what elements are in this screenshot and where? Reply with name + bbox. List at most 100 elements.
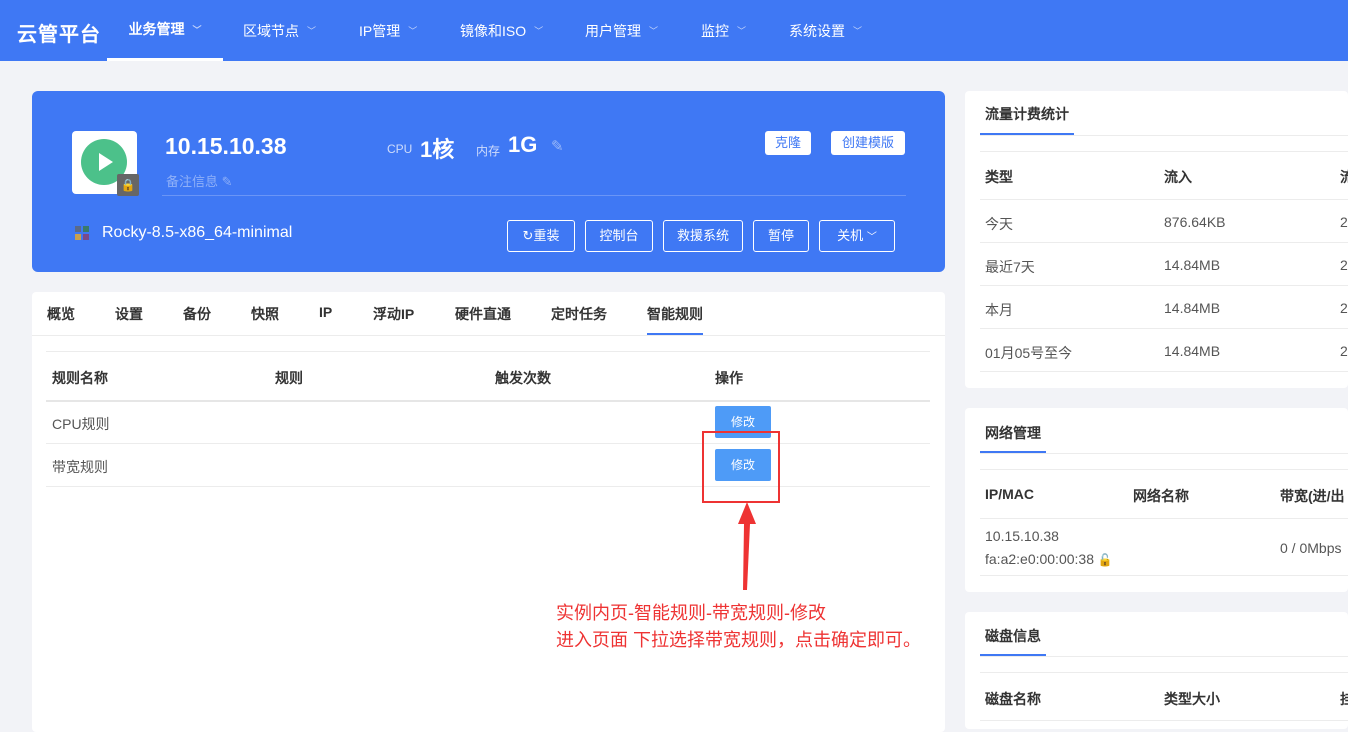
chevron-down-icon: ﹀ [649, 26, 659, 36]
nav-user-management[interactable]: 用户管理 ﹀ [585, 0, 658, 61]
nav-label: 业务管理 [128, 21, 185, 37]
row-divider [980, 199, 1348, 200]
column-header-outbound: 流 [1340, 169, 1348, 185]
traffic-out-cell: 2 [1340, 257, 1348, 273]
pause-button[interactable]: 暂停 [753, 220, 809, 252]
power-off-dropdown[interactable]: 关机 ﹀ [819, 220, 895, 252]
chevron-down-icon: ﹀ [307, 26, 317, 36]
column-header-inbound: 流入 [1164, 169, 1192, 185]
network-ip: 10.15.10.38 [985, 528, 1059, 544]
nav-label: 系统设置 [789, 22, 845, 39]
column-header-disk-name: 磁盘名称 [985, 691, 1041, 707]
traffic-type-cell: 01月05号至今 [985, 345, 1073, 361]
card-title: 流量计费统计 [985, 106, 1069, 122]
nav-business[interactable]: 业务管理 ﹀ [107, 0, 223, 61]
annotation-line-1: 实例内页-智能规则-带宽规则-修改 [556, 603, 826, 623]
instance-status-tile[interactable]: 🔒 [72, 131, 139, 196]
traffic-in-cell: 876.64KB [1164, 214, 1226, 230]
card-divider [980, 656, 1348, 657]
tab-floating-ip[interactable]: 浮动IP [373, 304, 414, 324]
tab-hardware-passthrough[interactable]: 硬件直通 [455, 304, 511, 324]
tab-smart-rules[interactable]: 智能规则 [647, 304, 703, 324]
table-header-border [46, 400, 930, 402]
chevron-down-icon: ﹀ [534, 26, 544, 36]
nav-system-settings[interactable]: 系统设置 ﹀ [789, 0, 862, 61]
column-header-rule: 规则 [275, 370, 303, 386]
card-title: 网络管理 [985, 425, 1041, 441]
rescue-system-button[interactable]: 救援系统 [663, 220, 743, 252]
cpu-value: 1核 [420, 137, 455, 162]
row-divider [980, 720, 1348, 721]
network-bandwidth: 0 / 0Mbps [1280, 540, 1342, 556]
row-divider [980, 285, 1348, 286]
chevron-down-icon: ﹀ [737, 26, 747, 36]
row-divider [980, 518, 1348, 519]
reinstall-button[interactable]: ↻重装 [507, 220, 575, 252]
brand-logo[interactable]: 云管平台 [17, 18, 101, 47]
network-mac: fa:a2:e0:00:00:38 🔓 [985, 551, 1113, 567]
memory-label: 内存 [476, 144, 501, 158]
chevron-down-icon: ﹀ [853, 26, 863, 36]
lock-icon[interactable]: 🔓 [1098, 553, 1113, 567]
nav-images-iso[interactable]: 镜像和ISO ﹀ [460, 0, 543, 61]
column-header-mount: 挂 [1340, 691, 1348, 707]
disk-info-card: 磁盘信息 磁盘名称 类型大小 挂 [965, 612, 1348, 729]
nav-label: 区域节点 [243, 22, 299, 39]
rule-name-cell: CPU规则 [52, 416, 110, 432]
column-header-rule-name: 规则名称 [52, 370, 108, 386]
annotation-line-2: 进入页面 下拉选择带宽规则，点击确定即可。 [556, 630, 921, 650]
rocky-os-icon [75, 226, 89, 240]
tab-snapshot[interactable]: 快照 [251, 304, 279, 324]
instance-ip: 10.15.10.38 [165, 133, 287, 159]
row-divider [46, 486, 930, 487]
traffic-type-cell: 今天 [985, 216, 1013, 232]
create-template-button[interactable]: 创建模版 [831, 131, 905, 155]
traffic-type-cell: 本月 [985, 302, 1013, 318]
traffic-in-cell: 14.84MB [1164, 257, 1221, 273]
chevron-down-icon: ﹀ [408, 26, 418, 36]
clone-button[interactable]: 克隆 [765, 131, 811, 155]
memory-value: 1G [508, 132, 538, 157]
column-header-trigger-count: 触发次数 [495, 370, 551, 386]
tab-settings[interactable]: 设置 [115, 304, 143, 324]
column-header-ip-mac: IP/MAC [985, 486, 1034, 502]
table-top-border [980, 151, 1348, 152]
traffic-in-cell: 14.84MB [1164, 300, 1221, 316]
nav-ip-management[interactable]: IP管理 ﹀ [359, 0, 417, 61]
tab-ip[interactable]: IP [319, 304, 332, 320]
tabs-divider [32, 335, 945, 336]
nav-label: IP管理 [359, 22, 401, 39]
console-button[interactable]: 控制台 [585, 220, 653, 252]
remark-label: 备注信息 [166, 174, 219, 189]
refresh-icon: ↻ [522, 228, 534, 243]
traffic-in-cell: 14.84MB [1164, 343, 1221, 359]
nav-label: 用户管理 [585, 22, 641, 39]
tab-overview[interactable]: 概览 [47, 304, 75, 324]
remark-field[interactable]: 备注信息 ✎ [166, 171, 233, 190]
tab-scheduled-tasks[interactable]: 定时任务 [551, 304, 607, 324]
lock-icon: 🔒 [117, 174, 139, 196]
power-off-label: 关机 [837, 228, 864, 243]
mac-address: fa:a2:e0:00:00:38 [985, 551, 1094, 567]
chevron-down-icon: ﹀ [192, 24, 202, 35]
table-top-border [980, 469, 1348, 470]
annotation-highlight-box [702, 431, 780, 503]
reinstall-label: 重装 [533, 228, 560, 243]
instance-detail-panel: 概览 设置 备份 快照 IP 浮动IP 硬件直通 定时任务 智能规则 规则名称 … [32, 292, 945, 732]
tab-backup[interactable]: 备份 [183, 304, 211, 324]
traffic-out-cell: 2 [1340, 214, 1348, 230]
network-management-card: 网络管理 IP/MAC 网络名称 带宽(进/出 10.15.10.38 fa:a… [965, 408, 1348, 592]
traffic-out-cell: 2 [1340, 343, 1348, 359]
nav-label: 监控 [701, 22, 729, 39]
card-divider [980, 453, 1348, 454]
traffic-out-cell: 2 [1340, 300, 1348, 316]
table-top-border [980, 672, 1348, 673]
nav-region-nodes[interactable]: 区域节点 ﹀ [243, 0, 316, 61]
column-header-network-name: 网络名称 [1133, 488, 1189, 504]
nav-monitoring[interactable]: 监控 ﹀ [701, 0, 746, 61]
traffic-type-cell: 最近7天 [985, 259, 1035, 275]
instance-header-card: 🔒 10.15.10.38 备注信息 ✎ CPU 1核 内存 1G ✎ 克隆 创… [32, 91, 945, 272]
active-tab-indicator [647, 333, 703, 335]
os-name: Rocky-8.5-x86_64-minimal [102, 224, 293, 241]
edit-spec-pencil-icon[interactable]: ✎ [551, 137, 564, 155]
